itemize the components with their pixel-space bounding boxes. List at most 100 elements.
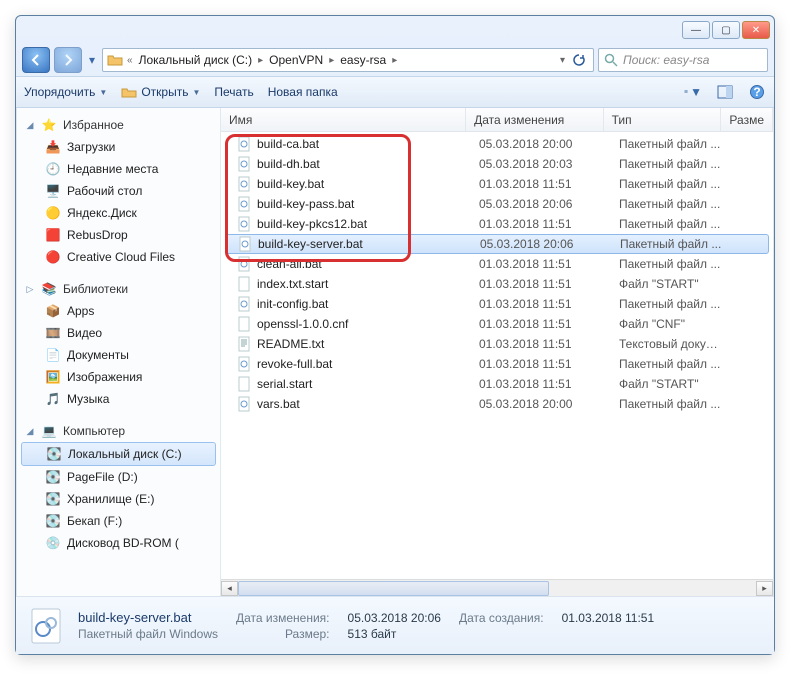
file-icon — [237, 316, 253, 332]
breadcrumb-item[interactable]: easy-rsa — [338, 53, 388, 67]
horizontal-scrollbar[interactable]: ◂ ▸ — [221, 579, 773, 596]
file-icon — [237, 136, 253, 152]
sidebar-item[interactable]: 🖥️Рабочий стол — [17, 180, 220, 202]
scroll-left-button[interactable]: ◂ — [221, 581, 238, 596]
sidebar-item[interactable]: 🟥RebusDrop — [17, 224, 220, 246]
sidebar-item[interactable]: 💽Бекап (F:) — [17, 510, 220, 532]
breadcrumb-item[interactable]: OpenVPN — [267, 53, 325, 67]
refresh-button[interactable] — [569, 52, 589, 68]
back-button[interactable] — [22, 47, 50, 73]
print-button[interactable]: Печать — [214, 85, 253, 99]
file-row[interactable]: revoke-full.bat01.03.2018 11:51Пакетный … — [221, 354, 773, 374]
open-button[interactable]: Открыть▼ — [121, 84, 200, 100]
details-pane: build-key-server.bat Дата изменения: 05.… — [16, 596, 774, 654]
file-type: Пакетный файл ... — [611, 157, 731, 171]
file-row[interactable]: README.txt01.03.2018 11:51Текстовый доку… — [221, 334, 773, 354]
maximize-button[interactable]: ▢ — [712, 21, 740, 39]
file-list[interactable]: build-ca.bat05.03.2018 20:00Пакетный фай… — [221, 132, 773, 579]
details-filename: build-key-server.bat — [78, 610, 218, 625]
file-row[interactable]: vars.bat05.03.2018 20:00Пакетный файл ..… — [221, 394, 773, 414]
file-pane: Имя Дата изменения Тип Разме build-ca.ba… — [221, 108, 773, 596]
file-icon — [237, 336, 253, 352]
details-size-value: 513 байт — [348, 627, 441, 641]
arrow-left-icon — [28, 52, 44, 68]
file-icon — [237, 156, 253, 172]
sidebar-item[interactable]: 💿Дисковод BD-ROM ( — [17, 532, 220, 554]
sidebar-item-selected[interactable]: 💽Локальный диск (C:) — [21, 442, 216, 466]
details-created-value: 01.03.2018 11:51 — [562, 611, 655, 625]
rebus-icon: 🟥 — [45, 227, 61, 243]
col-name[interactable]: Имя — [221, 108, 466, 131]
file-row[interactable]: build-key-pkcs12.bat01.03.2018 11:51Паке… — [221, 214, 773, 234]
file-name: build-key-pass.bat — [257, 197, 354, 211]
view-options-button[interactable]: ▼ — [684, 83, 702, 101]
downloads-icon: 📥 — [45, 139, 61, 155]
sidebar-item[interactable]: 🎞️Видео — [17, 322, 220, 344]
col-size[interactable]: Разме — [721, 108, 773, 131]
file-name: build-key.bat — [257, 177, 324, 191]
file-row[interactable]: build-key-pass.bat05.03.2018 20:06Пакетн… — [221, 194, 773, 214]
file-name: README.txt — [257, 337, 324, 351]
scroll-right-button[interactable]: ▸ — [756, 581, 773, 596]
library-icon: 📚 — [41, 281, 57, 297]
file-row[interactable]: init-config.bat01.03.2018 11:51Пакетный … — [221, 294, 773, 314]
col-date[interactable]: Дата изменения — [466, 108, 603, 131]
address-dropdown[interactable]: ▾ — [560, 55, 565, 66]
file-row[interactable]: build-key.bat01.03.2018 11:51Пакетный фа… — [221, 174, 773, 194]
search-input[interactable]: Поиск: easy-rsa — [598, 48, 768, 72]
file-row[interactable]: build-dh.bat05.03.2018 20:03Пакетный фай… — [221, 154, 773, 174]
file-row[interactable]: openssl-1.0.0.cnf01.03.2018 11:51Файл "C… — [221, 314, 773, 334]
sidebar-item[interactable]: 🖼️Изображения — [17, 366, 220, 388]
file-name: revoke-full.bat — [257, 357, 332, 371]
file-row[interactable]: serial.start01.03.2018 11:51Файл "START" — [221, 374, 773, 394]
sidebar-libraries[interactable]: ▷📚Библиотеки — [17, 278, 220, 300]
sidebar: ◢⭐Избранное 📥Загрузки 🕘Недавние места 🖥️… — [17, 108, 221, 596]
col-type[interactable]: Тип — [604, 108, 722, 131]
organize-button[interactable]: Упорядочить▼ — [24, 85, 107, 99]
sidebar-item[interactable]: 📦Apps — [17, 300, 220, 322]
apps-icon: 📦 — [45, 303, 61, 319]
address-bar[interactable]: « Локальный диск (C:) ▸ OpenVPN ▸ easy-r… — [102, 48, 594, 72]
details-created-label: Дата создания: — [459, 611, 544, 625]
sidebar-item[interactable]: 📄Документы — [17, 344, 220, 366]
sidebar-item[interactable]: 🟡Яндекс.Диск — [17, 202, 220, 224]
titlebar: — ▢ ✕ — [16, 16, 774, 44]
disk-icon: 💽 — [45, 491, 61, 507]
file-date: 01.03.2018 11:51 — [471, 317, 611, 331]
folder-icon — [107, 52, 123, 68]
forward-button[interactable] — [54, 47, 82, 73]
file-name: build-key-server.bat — [258, 237, 363, 251]
sidebar-computer[interactable]: ◢💻Компьютер — [17, 420, 220, 442]
scroll-thumb[interactable] — [238, 581, 549, 596]
sidebar-item[interactable]: 🔴Creative Cloud Files — [17, 246, 220, 268]
sidebar-item[interactable]: 🕘Недавние места — [17, 158, 220, 180]
search-placeholder: Поиск: easy-rsa — [623, 53, 709, 67]
sidebar-favorites[interactable]: ◢⭐Избранное — [17, 114, 220, 136]
help-button[interactable]: ? — [748, 83, 766, 101]
file-row[interactable]: build-ca.bat05.03.2018 20:00Пакетный фай… — [221, 134, 773, 154]
file-row[interactable]: index.txt.start01.03.2018 11:51Файл "STA… — [221, 274, 773, 294]
file-date: 01.03.2018 11:51 — [471, 357, 611, 371]
history-dropdown[interactable]: ▾ — [86, 53, 98, 67]
file-date: 05.03.2018 20:00 — [471, 137, 611, 151]
sidebar-item[interactable]: 📥Загрузки — [17, 136, 220, 158]
minimize-button[interactable]: — — [682, 21, 710, 39]
sidebar-item[interactable]: 💽PageFile (D:) — [17, 466, 220, 488]
file-icon — [237, 396, 253, 412]
sidebar-item[interactable]: 🎵Музыка — [17, 388, 220, 410]
file-row[interactable]: build-key-server.bat05.03.2018 20:06Паке… — [225, 234, 769, 254]
new-folder-button[interactable]: Новая папка — [268, 85, 338, 99]
file-icon — [237, 296, 253, 312]
file-date: 01.03.2018 11:51 — [471, 277, 611, 291]
preview-pane-button[interactable] — [716, 83, 734, 101]
file-name: clean-all.bat — [257, 257, 322, 271]
recent-icon: 🕘 — [45, 161, 61, 177]
sidebar-item[interactable]: 💽Хранилище (E:) — [17, 488, 220, 510]
close-button[interactable]: ✕ — [742, 21, 770, 39]
file-type: Текстовый докум... — [611, 337, 731, 351]
scroll-track[interactable] — [238, 581, 756, 596]
file-name: index.txt.start — [257, 277, 328, 291]
file-type: Пакетный файл ... — [612, 237, 732, 251]
breadcrumb-item[interactable]: Локальный диск (C:) — [137, 53, 255, 67]
file-row[interactable]: clean-all.bat01.03.2018 11:51Пакетный фа… — [221, 254, 773, 274]
